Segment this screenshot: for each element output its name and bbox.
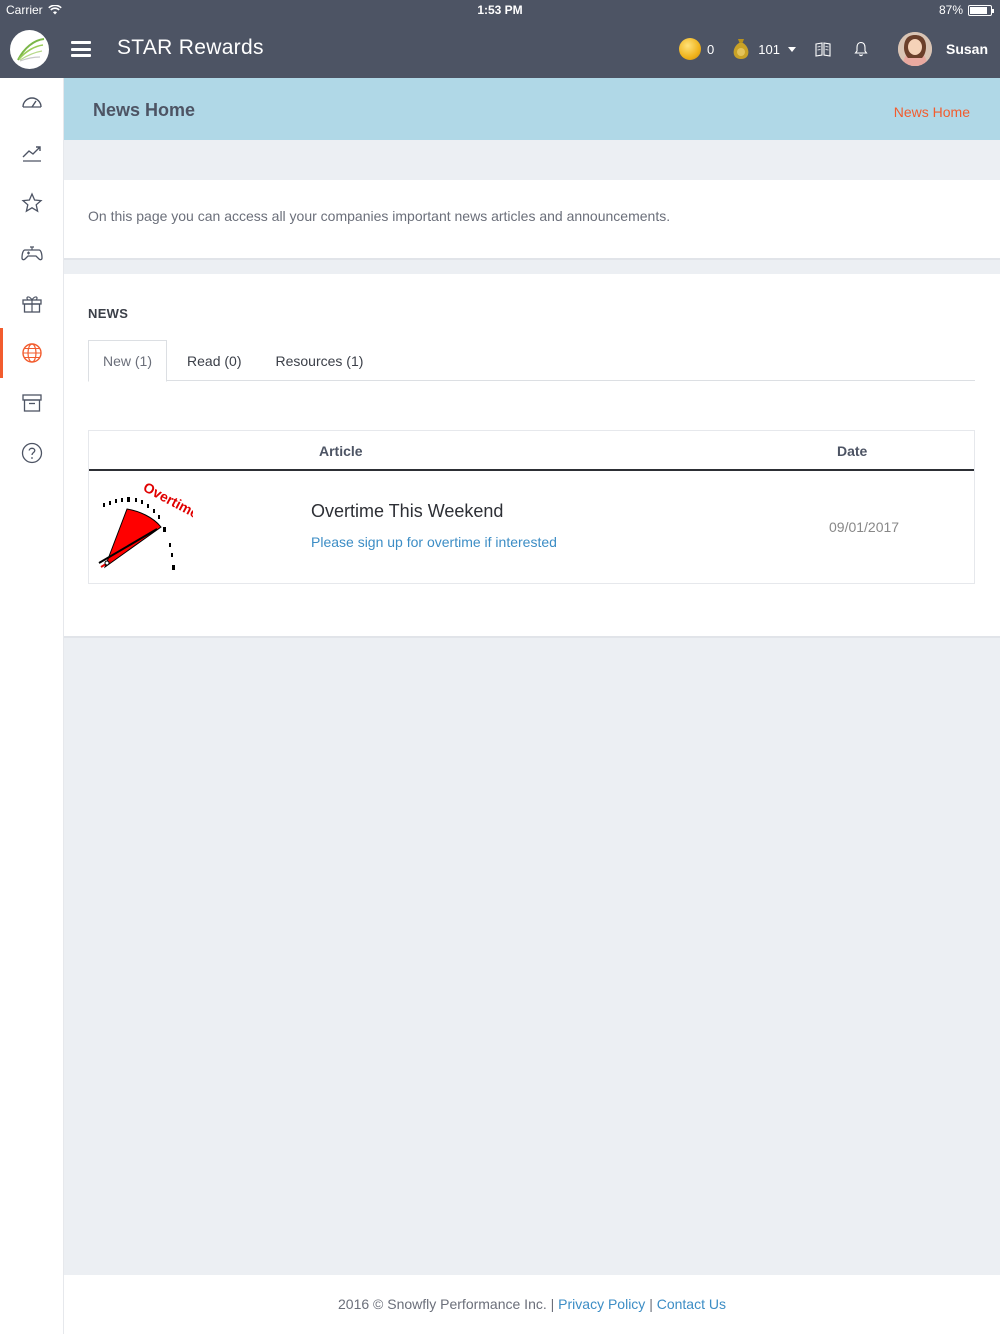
notifications-button[interactable]: [852, 40, 870, 58]
star-icon: [20, 192, 43, 213]
user-name[interactable]: Susan: [946, 41, 988, 57]
snowfly-logo-icon: [17, 38, 45, 62]
avatar[interactable]: [897, 32, 932, 66]
menu-toggle-button[interactable]: [71, 41, 91, 57]
gift-icon: [21, 296, 42, 313]
hamburger-icon: [71, 41, 91, 44]
sidebar-item-rewards[interactable]: [0, 278, 63, 328]
chevron-down-icon[interactable]: [787, 46, 796, 52]
page-header: News Home News Home: [64, 78, 1000, 140]
navbar-actions: 0 101 Susan: [679, 20, 1000, 78]
sidebar-item-dashboard[interactable]: [0, 78, 63, 128]
money-bag-icon: [733, 39, 749, 59]
column-header-date[interactable]: Date: [837, 443, 867, 459]
thumbnail-label: Overtime: [141, 481, 193, 522]
status-time: 1:53 PM: [477, 3, 523, 17]
sidebar-item-recognition[interactable]: [0, 178, 63, 228]
archive-box-icon: [21, 394, 42, 412]
intro-card: On this page you can access all your com…: [64, 180, 1000, 260]
news-tabs: New (1) Read (0) Resources (1): [88, 340, 975, 382]
page-title: News Home: [93, 100, 196, 120]
contact-us-link[interactable]: Contact Us: [657, 1296, 726, 1312]
article-summary-link[interactable]: Please sign up for overtime if intereste…: [311, 534, 557, 550]
tab-resources[interactable]: Resources (1): [258, 340, 380, 381]
battery-indicator: 87%: [938, 3, 994, 17]
sidebar-item-help[interactable]: [0, 428, 63, 478]
brand-title: STAR Rewards: [117, 36, 264, 59]
footer-separator: |: [649, 1296, 653, 1312]
sidebar-item-archive[interactable]: [0, 378, 63, 428]
book-icon: [815, 41, 831, 57]
status-bar: Carrier 1:53 PM 87%: [0, 0, 1000, 20]
sidebar-item-news[interactable]: [0, 328, 63, 378]
footer-copyright: 2016 © Snowfly Performance Inc. |: [338, 1296, 555, 1312]
table-row[interactable]: Overtime Overtime This Weekend Please si…: [89, 471, 974, 583]
sidebar-item-performance[interactable]: [0, 128, 63, 178]
points-count: 101: [758, 41, 780, 57]
gamepad-icon: [20, 246, 43, 261]
user-photo-icon: [897, 32, 932, 66]
top-navbar: STAR Rewards 0 101 Susan: [0, 20, 1000, 78]
bell-icon: [854, 41, 868, 57]
privacy-policy-link[interactable]: Privacy Policy: [558, 1296, 645, 1312]
breadcrumb[interactable]: News Home: [894, 104, 970, 120]
globe-icon: [21, 343, 42, 363]
coin-icon: [679, 38, 702, 60]
catalog-button[interactable]: [814, 40, 832, 58]
news-table: Article Date Overtime Overtime This Week…: [88, 430, 975, 584]
tab-new[interactable]: New (1): [88, 340, 168, 382]
coin-count: 0: [707, 41, 715, 57]
trend-chart-icon: [22, 146, 41, 162]
overtime-clock-thumbnail: Overtime: [98, 481, 193, 570]
table-header: Article Date: [89, 431, 974, 471]
news-card: NEWS New (1) Read (0) Resources (1) Arti…: [64, 274, 1000, 638]
points-balance[interactable]: 101: [730, 37, 780, 61]
sidebar: [0, 78, 64, 1334]
footer: 2016 © Snowfly Performance Inc. | Privac…: [64, 1275, 1000, 1334]
coin-balance[interactable]: 0: [679, 38, 714, 60]
battery-icon: [968, 4, 994, 16]
sidebar-item-games[interactable]: [0, 228, 63, 278]
tab-read[interactable]: Read (0): [170, 340, 258, 381]
speedometer-icon: [21, 97, 42, 108]
article-title[interactable]: Overtime This Weekend: [311, 501, 503, 522]
app-logo[interactable]: [10, 30, 49, 69]
news-section-label: NEWS: [88, 306, 129, 321]
article-date: 09/01/2017: [829, 519, 900, 535]
intro-text: On this page you can access all your com…: [88, 208, 671, 224]
column-header-article[interactable]: Article: [319, 443, 363, 459]
help-circle-icon: [21, 442, 42, 464]
battery-percent: 87%: [938, 3, 963, 17]
